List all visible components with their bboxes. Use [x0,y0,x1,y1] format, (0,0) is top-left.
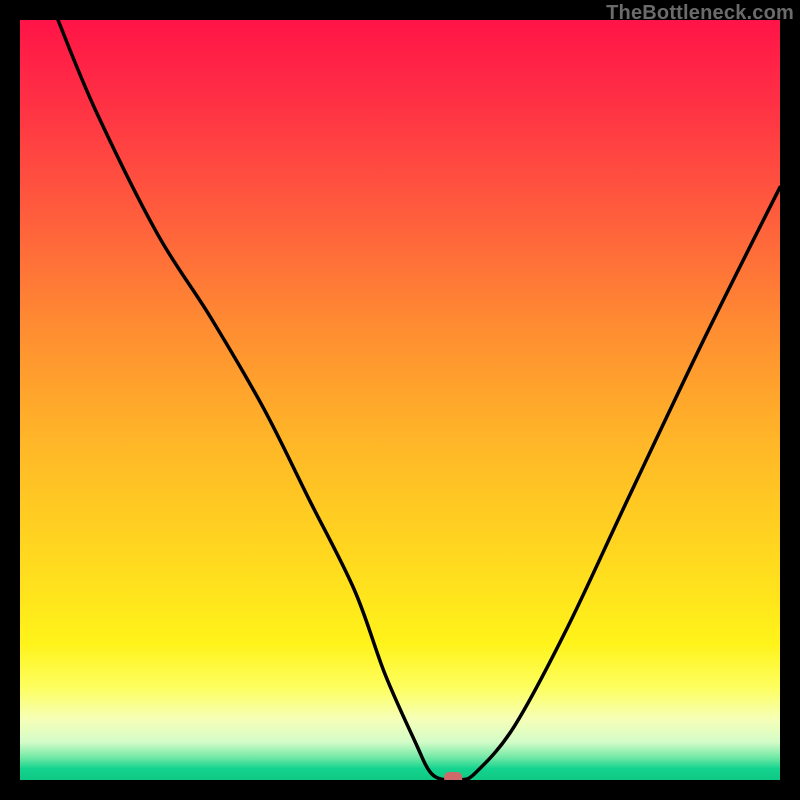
bottleneck-curve [58,20,780,780]
chart-stage: TheBottleneck.com [0,0,800,800]
curve-layer [20,20,780,780]
plot-area [20,20,780,780]
current-config-marker [444,772,462,780]
watermark-text: TheBottleneck.com [606,2,794,25]
